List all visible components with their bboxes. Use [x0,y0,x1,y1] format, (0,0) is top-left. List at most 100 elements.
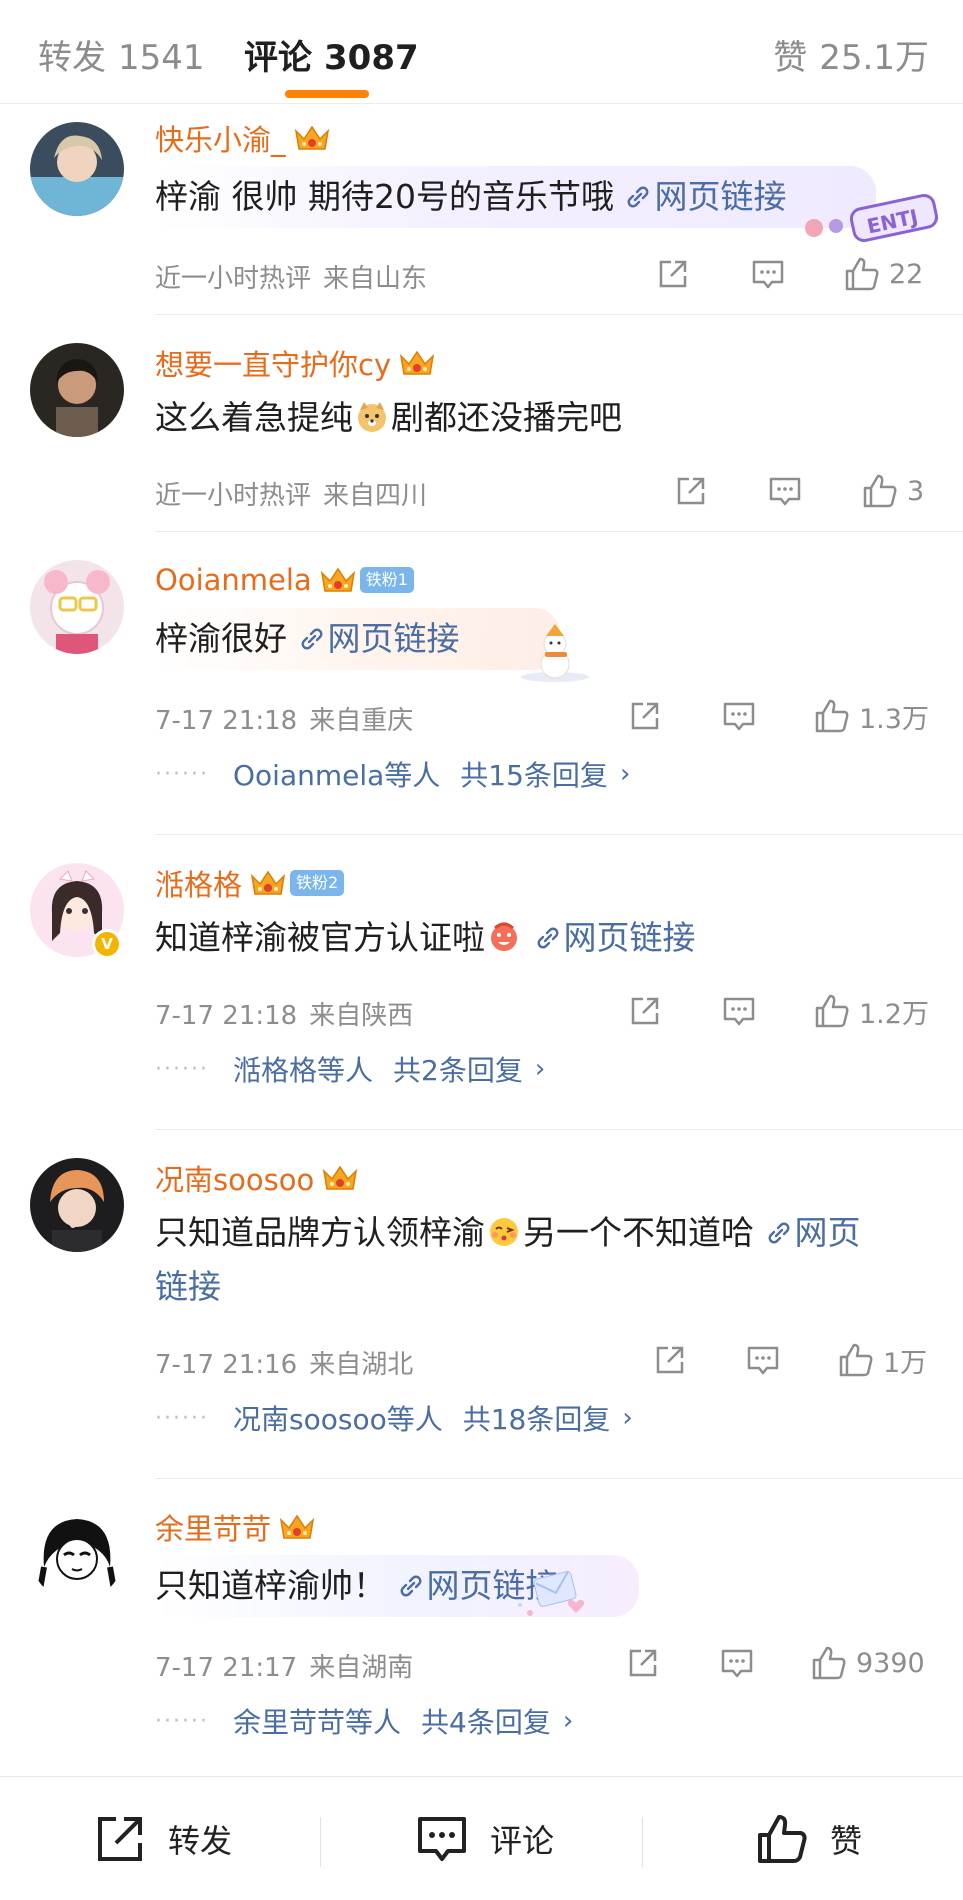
reply-who: 湉格格等人 [233,1054,374,1087]
share-icon [656,1346,684,1374]
web-link[interactable]: 网页 [765,1213,861,1252]
tab-repost-label: 转发 [38,38,106,78]
share-icon [631,702,659,730]
web-link-continued[interactable]: 链接 [155,1267,221,1306]
avatar[interactable] [30,343,124,437]
tab-like-count: 25.1万 [819,38,929,78]
share-button[interactable] [652,1340,688,1380]
avatar[interactable] [30,560,124,654]
comment-time: 7-17 21:16 [155,1350,298,1380]
username[interactable]: 湉格格 [155,862,242,904]
tab-repost-count: 1541 [118,38,205,78]
reply-dots: ······ [155,1405,209,1431]
like-icon [758,1815,807,1863]
like-count: 3 [907,475,925,507]
web-link[interactable]: 网页链接 [624,177,786,216]
like-count: 9390 [856,1647,925,1679]
comment-action-button[interactable]: 评论 [414,1777,554,1900]
username[interactable]: 快乐小渝_ [155,117,286,159]
tongue-face-emoji-icon [491,922,517,951]
username[interactable]: 想要一直守护你cy [155,342,391,384]
comment-item: 况南soosoo 只知道品牌方认领梓渝 另一个不知道哈 网页 链接 7-17 21… [0,1130,963,1478]
comment-time: 近一小时热评 [155,264,312,294]
reply-summary[interactable]: ······ Ooianmela等人 共15条回复 › [155,744,935,804]
comment-list[interactable]: 快乐小渝_ 梓渝 很帅 期待20号的音乐节哦 网页链接 ENTJ 近一小时热评来… [0,104,963,1776]
username[interactable]: 余里苛苛 [155,1506,271,1548]
username[interactable]: 况南soosoo [155,1157,314,1199]
bottom-action-bar: 转发 评论 赞 [0,1776,963,1900]
reply-total: 共18条回复 [462,1403,611,1436]
reply-summary[interactable]: ······ 余里苛苛等人 共4条回复 › [155,1691,935,1751]
tab-comment[interactable]: 评论 3087 [244,30,419,79]
comment-icon [752,260,784,289]
comment-meta: 7-17 21:17 来自湖南 [155,1647,413,1684]
share-button[interactable] [625,1643,661,1683]
like-count: 1万 [883,1347,928,1379]
comment-text-continued: 剧都还没播完吧 [391,398,622,437]
link-icon [301,628,322,650]
like-button[interactable]: 1.3万 [813,696,929,736]
comment-icon [747,1346,779,1375]
like-label: 赞 [830,1822,863,1860]
comment-item: 快乐小渝_ 梓渝 很帅 期待20号的音乐节哦 网页链接 ENTJ 近一小时热评来… [0,104,963,314]
web-link-label: 网页 [794,1213,861,1252]
tab-comment-count: 3087 [324,38,419,78]
comment-time: 7-17 21:17 [155,1653,298,1683]
crown-icon [399,350,435,375]
comment-icon [723,702,755,731]
avatar[interactable] [30,122,124,216]
like-button[interactable]: 22 [843,254,923,294]
comment-item: Ooianmela 铁粉1 梓渝很好 网页链接 7-17 21:18 来自重庆 1… [0,532,963,834]
share-button[interactable] [627,696,663,736]
like-button[interactable]: 9390 [810,1643,925,1683]
like-button[interactable]: 1万 [837,1340,927,1380]
comment-time: 7-17 21:18 [155,706,298,736]
share-button[interactable] [655,254,691,294]
kiss-face-emoji-icon [490,1218,518,1246]
comment-tab-bar: 转发 1541 评论 3087 赞 25.1万 [0,0,963,104]
link-icon [768,1222,789,1244]
comment-text: 梓渝 很帅 期待20号的音乐节哦 [155,177,614,216]
comment-button[interactable] [745,1340,781,1380]
web-link-label: 网页链接 [654,177,787,216]
username[interactable]: Ooianmela [155,563,312,597]
tab-repost[interactable]: 转发 1541 [38,30,205,79]
crown-icon [323,1165,358,1190]
comment-meta: 7-17 21:18 来自陕西 [155,995,413,1032]
avatar[interactable] [30,1158,124,1252]
reply-summary[interactable]: ······ 况南soosoo等人 共18条回复 › [155,1388,935,1448]
bottom-divider [642,1817,643,1867]
fan-level-badge: 铁粉1 [359,567,414,593]
comment-button[interactable] [750,254,786,294]
repost-label: 转发 [168,1822,233,1860]
reply-summary[interactable]: ······ 湉格格等人 共2条回复 › [155,1039,935,1099]
web-link[interactable]: 网页链接 [298,619,460,658]
reply-total: 共15条回复 [460,759,608,792]
comment-text-continued: 另一个不知道哈 [523,1213,754,1252]
share-icon [629,1649,657,1677]
comment-button[interactable] [767,471,803,511]
comment-button[interactable] [721,991,757,1031]
repost-button[interactable]: 转发 [92,1777,232,1900]
verified-badge-icon: V [92,929,122,959]
share-button[interactable] [673,471,709,511]
fan-level-badge: 铁粉2 [290,870,345,896]
share-icon [659,260,687,288]
web-link[interactable]: 网页链接 [534,918,696,957]
like-button[interactable]: 1.2万 [813,991,929,1031]
like-action-button[interactable]: 赞 [754,1777,862,1900]
like-button[interactable]: 3 [861,471,924,511]
share-button[interactable] [627,991,663,1031]
avatar[interactable] [30,1507,124,1601]
comment-item: 想要一直守护你cy 这么着急提纯 剧都还没播完吧 近一小时热评 来自四川 3 [0,315,963,531]
tab-like-label: 赞 [773,38,808,78]
comment-button[interactable] [721,696,757,736]
web-link-label: 网页链接 [563,918,696,957]
comment-button[interactable] [719,1643,755,1683]
tab-like[interactable]: 赞 25.1万 [773,30,929,79]
comment-label: 评论 [490,1822,555,1860]
comment-text: 这么着急提纯 [155,398,353,437]
like-count: 1.3万 [859,703,929,735]
share-icon [677,477,705,505]
comment-time: 近一小时热评 [155,481,312,511]
